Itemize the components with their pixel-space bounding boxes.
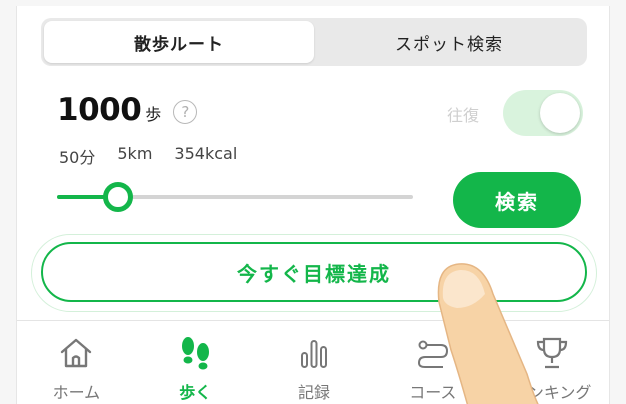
trophy-icon <box>536 337 567 369</box>
time-value: 50分 <box>59 148 96 167</box>
nav-ranking-label: ランキング <box>511 383 592 402</box>
slider-thumb[interactable] <box>102 182 133 212</box>
bar-chart-icon <box>300 340 327 368</box>
distance-value: 5km <box>117 144 153 163</box>
step-unit: 歩 <box>145 105 162 124</box>
nav-records[interactable]: 記録 <box>255 321 374 404</box>
footprints-icon <box>182 337 210 370</box>
step-goal: 1000 歩 ? <box>57 92 198 128</box>
step-count: 1000 <box>57 92 142 128</box>
route-stats: 50分 5km 354kcal <box>59 144 237 168</box>
calories-value: 354kcal <box>174 144 238 163</box>
help-icon[interactable]: ? <box>173 100 198 124</box>
course-icon <box>417 340 448 368</box>
step-slider[interactable] <box>57 182 413 212</box>
nav-course[interactable]: コース <box>373 321 492 404</box>
tab-spot-search[interactable]: スポット検索 <box>314 21 584 63</box>
nav-course-label: コース <box>409 383 457 402</box>
roundtrip-toggle[interactable] <box>503 90 583 136</box>
nav-walk-label: 歩く <box>179 383 212 402</box>
nav-home-label: ホーム <box>52 383 101 402</box>
search-button[interactable]: 検索 <box>453 172 581 228</box>
nav-home[interactable]: ホーム <box>17 321 136 404</box>
app-screen: 散歩ルート スポット検索 1000 歩 ? 50分 5km 354kcal 往復… <box>16 6 610 404</box>
achieve-goal-button[interactable]: 今すぐ目標達成 <box>41 242 587 302</box>
bottom-nav: ホーム 歩く 記録 コース ランキング <box>17 320 609 404</box>
mode-segmented-control: 散歩ルート スポット検索 <box>41 18 587 66</box>
home-icon <box>61 338 92 368</box>
nav-records-label: 記録 <box>297 383 330 402</box>
roundtrip-label: 往復 <box>447 106 480 125</box>
nav-ranking[interactable]: ランキング <box>492 321 609 404</box>
tab-walk-route[interactable]: 散歩ルート <box>44 21 314 63</box>
nav-walk[interactable]: 歩く <box>136 321 255 404</box>
toggle-knob <box>540 93 580 133</box>
